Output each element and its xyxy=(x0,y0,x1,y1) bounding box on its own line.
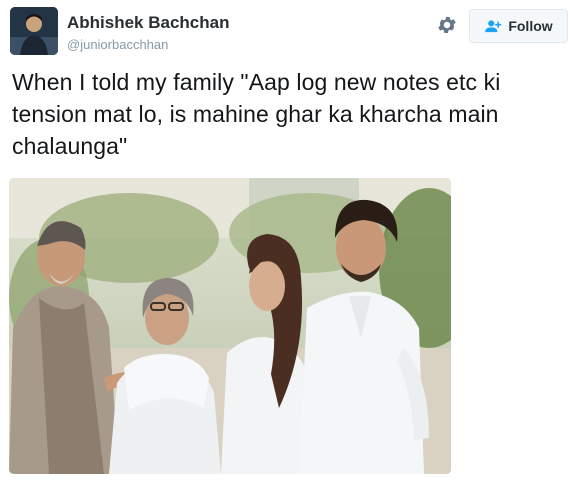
tweet-text: When I told my family "Aap log new notes… xyxy=(12,69,501,159)
family-photo xyxy=(9,178,451,474)
tweet-photo[interactable] xyxy=(9,178,451,474)
user-handle[interactable]: @juniorbacchhan xyxy=(67,37,168,52)
avatar-image xyxy=(10,7,58,55)
add-user-icon xyxy=(485,20,502,33)
gear-icon[interactable] xyxy=(436,14,458,36)
tweet-header: Abhishek Bachchan @juniorbacchhan Follow xyxy=(0,0,574,62)
follow-button[interactable]: Follow xyxy=(469,9,568,43)
avatar[interactable] xyxy=(10,7,58,55)
follow-label: Follow xyxy=(508,18,553,34)
display-name[interactable]: Abhishek Bachchan xyxy=(67,13,230,33)
